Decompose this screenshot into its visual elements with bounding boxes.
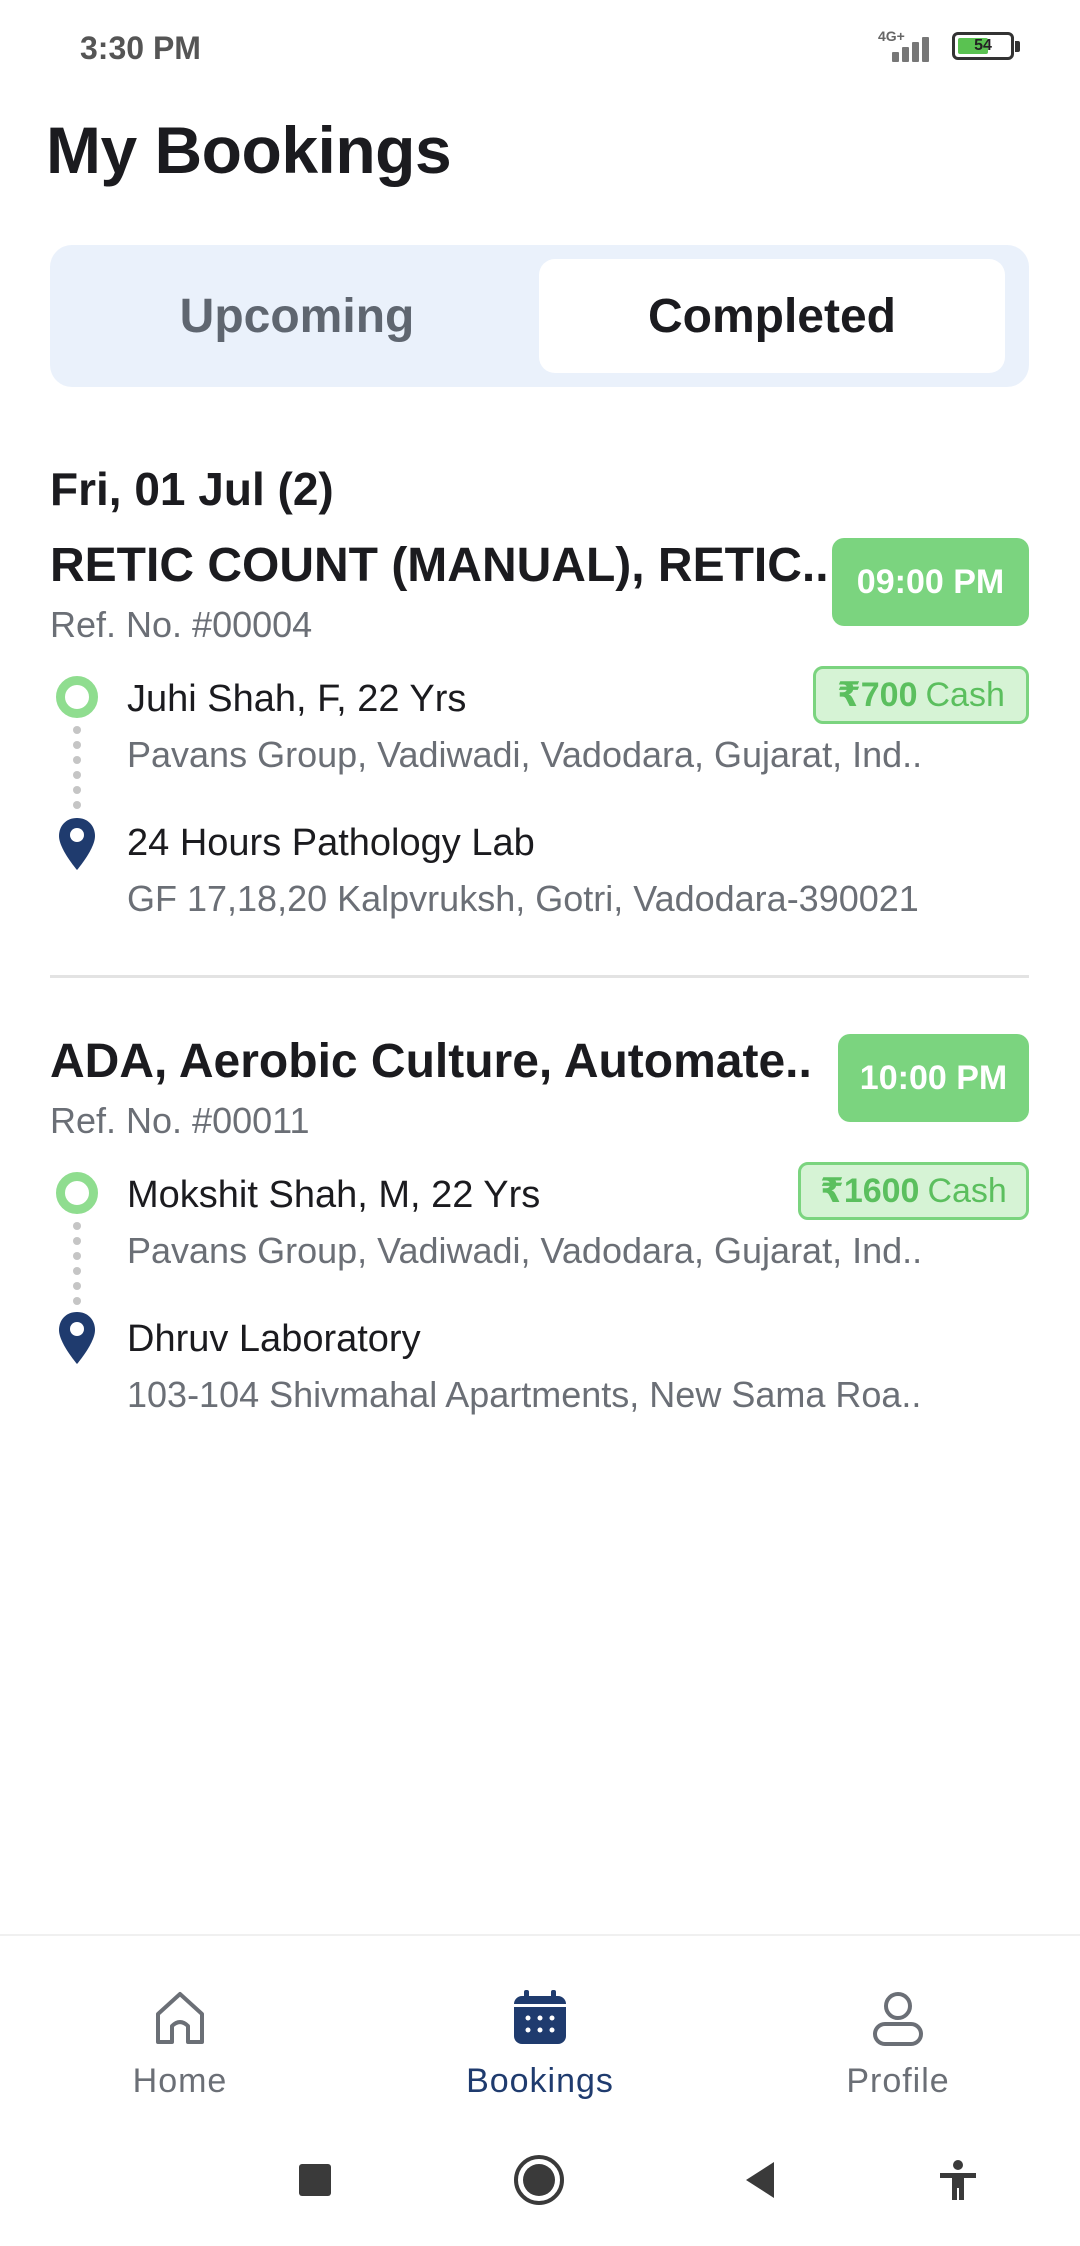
time-badge: 09:00 PM <box>832 538 1029 626</box>
lab-address: GF 17,18,20 Kalpvruksh, Gotri, Vadodara-… <box>127 878 919 919</box>
home-icon <box>156 1992 204 2044</box>
tab-upcoming[interactable]: Upcoming <box>64 259 530 373</box>
home-system-button[interactable] <box>509 2150 569 2210</box>
price-badge: ₹1600 Cash <box>798 1162 1029 1220</box>
accessibility-icon <box>940 2160 976 2200</box>
patient-info: Mokshit Shah, M, 22 Yrs <box>127 1174 541 1216</box>
nav-home-label: Home <box>132 2062 228 2100</box>
profile-icon <box>873 1992 923 2046</box>
tab-completed[interactable]: Completed <box>539 259 1005 373</box>
square-icon <box>299 2164 331 2196</box>
booking-title: ADA, Aerobic Culture, Automate.. <box>50 1035 812 1088</box>
payment-method: Cash <box>925 675 1005 714</box>
ref-number: Ref. No. #00004 <box>50 604 313 645</box>
booking-tabs: Upcoming Completed <box>50 245 1029 387</box>
lab-address: 103-104 Shivmahal Apartments, New Sama R… <box>127 1374 922 1415</box>
booking-card[interactable]: RETIC COUNT (MANUAL), RETIC.. 09:00 PM R… <box>50 538 1029 938</box>
booking-card[interactable]: ADA, Aerobic Culture, Automate.. 10:00 P… <box>50 1034 1029 1434</box>
location-pin-icon <box>59 1312 95 1364</box>
screen: 3:30 PM 4G+ 54 My Bookings Upcoming Comp… <box>0 0 1080 2246</box>
status-bar: 3:30 PM 4G+ 54 <box>0 0 1080 96</box>
status-time: 3:30 PM <box>80 30 201 66</box>
circle-icon <box>514 2155 564 2205</box>
route-dots <box>73 726 81 816</box>
route-dots <box>73 1222 81 1312</box>
price-badge: ₹700 Cash <box>813 666 1029 724</box>
lab-name: 24 Hours Pathology Lab <box>127 822 535 864</box>
signal-icon <box>886 30 938 62</box>
ref-number: Ref. No. #00011 <box>50 1100 310 1141</box>
patient-address: Pavans Group, Vadiwadi, Vadodara, Gujara… <box>127 734 923 775</box>
price-amount: ₹1600 <box>820 1172 920 1210</box>
nav-home[interactable]: Home <box>70 1986 290 2101</box>
accessibility-button[interactable] <box>928 2150 988 2210</box>
pickup-dot-icon <box>56 1172 98 1214</box>
battery-level: 54 <box>974 37 992 54</box>
nav-bookings[interactable]: Bookings <box>430 1986 650 2101</box>
nav-bookings-label: Bookings <box>466 2062 614 2100</box>
lab-name: Dhruv Laboratory <box>127 1318 421 1360</box>
time-badge: 10:00 PM <box>838 1034 1029 1122</box>
patient-info: Juhi Shah, F, 22 Yrs <box>127 678 467 720</box>
calendar-icon <box>514 1990 566 2044</box>
nav-profile-label: Profile <box>846 2062 950 2100</box>
page-title: My Bookings <box>46 113 452 187</box>
location-pin-icon <box>59 818 95 870</box>
pickup-dot-icon <box>56 676 98 718</box>
bottom-nav: Home Bookings Profile <box>0 1934 1080 2114</box>
back-button[interactable] <box>730 2150 790 2210</box>
system-nav-bar <box>0 2114 1080 2246</box>
battery-icon: 54 <box>952 32 1020 60</box>
divider <box>50 975 1029 978</box>
booking-title: RETIC COUNT (MANUAL), RETIC.. <box>50 539 829 592</box>
payment-method: Cash <box>927 1171 1007 1210</box>
price-amount: ₹700 <box>837 676 918 714</box>
recents-button[interactable] <box>285 2150 345 2210</box>
section-date: Fri, 01 Jul (2) <box>50 463 334 515</box>
back-triangle-icon <box>746 2162 774 2198</box>
patient-address: Pavans Group, Vadiwadi, Vadodara, Gujara… <box>127 1230 923 1271</box>
nav-profile[interactable]: Profile <box>788 1986 1008 2101</box>
